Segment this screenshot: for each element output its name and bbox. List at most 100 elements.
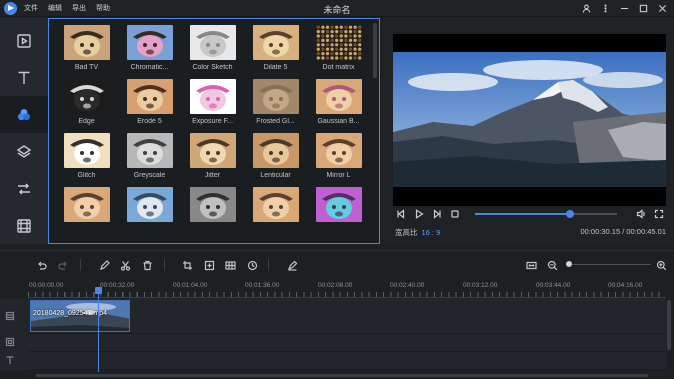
effect-thumbnail: [126, 187, 173, 222]
effect-thumbnail: [126, 79, 173, 114]
preview-panel: 宽高比 16 : 9 00:00:30.15 / 00:00:45.01: [381, 18, 674, 244]
window-controls: [580, 2, 668, 14]
stop-icon[interactable]: [449, 208, 461, 220]
effect-tile[interactable]: Greyscale: [118, 133, 181, 179]
crop-icon[interactable]: [180, 258, 194, 272]
toolbar-divider: [164, 259, 165, 271]
edit-icon[interactable]: [97, 258, 111, 272]
record-voice-icon[interactable]: [285, 258, 299, 272]
effect-tile[interactable]: [244, 187, 307, 226]
play-icon[interactable]: [413, 208, 425, 220]
minimize-icon[interactable]: [618, 2, 630, 14]
effect-tile[interactable]: [181, 187, 244, 226]
effect-tile[interactable]: Erode 5: [118, 79, 181, 125]
effect-tile[interactable]: Color Sketch: [181, 25, 244, 71]
effect-thumbnail: [63, 133, 110, 168]
text-track-icon: [4, 354, 16, 366]
effect-thumbnail: [252, 25, 299, 60]
effect-tile[interactable]: Jitter: [181, 133, 244, 179]
aspect-ratio-value[interactable]: 16 : 9: [422, 228, 441, 237]
overlays-icon[interactable]: [0, 133, 48, 170]
app-logo-icon: [4, 2, 17, 15]
playback-controls: [393, 208, 666, 222]
ruler-label: 00:01:36.00: [245, 282, 280, 289]
user-icon[interactable]: [580, 2, 592, 14]
maximize-icon[interactable]: [637, 2, 649, 14]
fullscreen-icon[interactable]: [653, 208, 665, 220]
menu-help[interactable]: 帮助: [96, 3, 110, 13]
ruler-label: 00:00:32.00: [100, 282, 135, 289]
ruler-label: 00:02:40.00: [390, 282, 425, 289]
effect-tile[interactable]: Dot matrix: [307, 25, 370, 71]
volume-icon[interactable]: [635, 208, 647, 220]
playhead[interactable]: [98, 290, 99, 372]
video-clip[interactable]: 20180428_092547.mp4: [30, 300, 130, 332]
effect-tile[interactable]: Glitch: [55, 133, 118, 179]
cut-icon[interactable]: [118, 258, 132, 272]
text-track[interactable]: [28, 352, 666, 370]
effect-label: Color Sketch: [192, 64, 233, 71]
text-icon[interactable]: [0, 59, 48, 96]
effect-tile[interactable]: [118, 187, 181, 226]
effect-tile[interactable]: [55, 187, 118, 226]
timeline-ruler[interactable]: 00:00:00.00 00:00:32.00 00:01:04.00 00:0…: [28, 280, 666, 298]
seek-bar[interactable]: [475, 210, 617, 218]
effect-thumbnail: [126, 25, 173, 60]
track-headers: [0, 298, 28, 370]
duration-icon[interactable]: [245, 258, 259, 272]
effect-tile[interactable]: Gaussian B...: [307, 79, 370, 125]
zoom-slider-handle[interactable]: [566, 261, 572, 267]
effect-thumbnail: [126, 133, 173, 168]
timeline-vertical-scrollbar[interactable]: [667, 300, 671, 350]
zoom-out-icon[interactable]: [545, 258, 559, 272]
tool-rail: [0, 18, 48, 244]
effect-thumbnail: [315, 187, 362, 222]
filters-icon[interactable]: [0, 96, 48, 133]
aspect-ratio[interactable]: 宽高比 16 : 9: [395, 227, 440, 238]
menu-export[interactable]: 导出: [72, 3, 86, 13]
previous-frame-icon[interactable]: [395, 208, 407, 220]
effect-tile[interactable]: Mirror L: [307, 133, 370, 179]
next-frame-icon[interactable]: [431, 208, 443, 220]
ruler-label: 00:01:04.00: [173, 282, 208, 289]
close-icon[interactable]: [656, 2, 668, 14]
zoom-in-icon[interactable]: [654, 258, 668, 272]
effect-tile[interactable]: Chromatic...: [118, 25, 181, 71]
overlay-track[interactable]: [28, 334, 666, 352]
effect-tile[interactable]: Frosted Gl...: [244, 79, 307, 125]
effect-label: Erode 5: [137, 118, 162, 125]
effect-tile[interactable]: [307, 187, 370, 226]
more-options-icon[interactable]: [599, 2, 611, 14]
menu-edit[interactable]: 编辑: [48, 3, 62, 13]
zoom-slider[interactable]: [566, 261, 651, 267]
effect-tile[interactable]: Dilate 5: [244, 25, 307, 71]
effect-tile[interactable]: Lenticular: [244, 133, 307, 179]
transitions-icon[interactable]: [0, 170, 48, 207]
effects-scrollbar[interactable]: [373, 23, 377, 78]
effect-label: Bad TV: [74, 64, 99, 71]
media-icon[interactable]: [0, 22, 48, 59]
mosaic-icon[interactable]: [223, 258, 237, 272]
undo-icon[interactable]: [34, 258, 48, 272]
effect-label: Dot matrix: [322, 64, 355, 71]
fit-timeline-icon[interactable]: [524, 258, 538, 272]
effect-tile[interactable]: Bad TV: [55, 25, 118, 71]
redo-icon[interactable]: [56, 258, 70, 272]
effect-thumbnail: [63, 187, 110, 222]
video-track-icon: [4, 310, 16, 322]
elements-icon[interactable]: [0, 207, 48, 244]
zoom-frame-icon[interactable]: [202, 258, 216, 272]
effect-label: Lenticular: [260, 172, 291, 179]
seek-handle[interactable]: [566, 210, 575, 218]
ruler-label: 00:03:12.00: [463, 282, 498, 289]
delete-icon[interactable]: [140, 258, 154, 272]
effects-panel: Bad TV Chromatic... Color Sketch Dilate …: [48, 18, 380, 244]
effect-label: Dilate 5: [263, 64, 288, 71]
effect-thumbnail: [252, 79, 299, 114]
timeline-horizontal-scrollbar[interactable]: [36, 374, 648, 377]
effect-tile[interactable]: Edge: [55, 79, 118, 125]
menu-file[interactable]: 文件: [24, 3, 38, 13]
effect-thumbnail: [315, 133, 362, 168]
toolbar-divider: [80, 259, 81, 271]
effect-tile[interactable]: Exposure F...: [181, 79, 244, 125]
